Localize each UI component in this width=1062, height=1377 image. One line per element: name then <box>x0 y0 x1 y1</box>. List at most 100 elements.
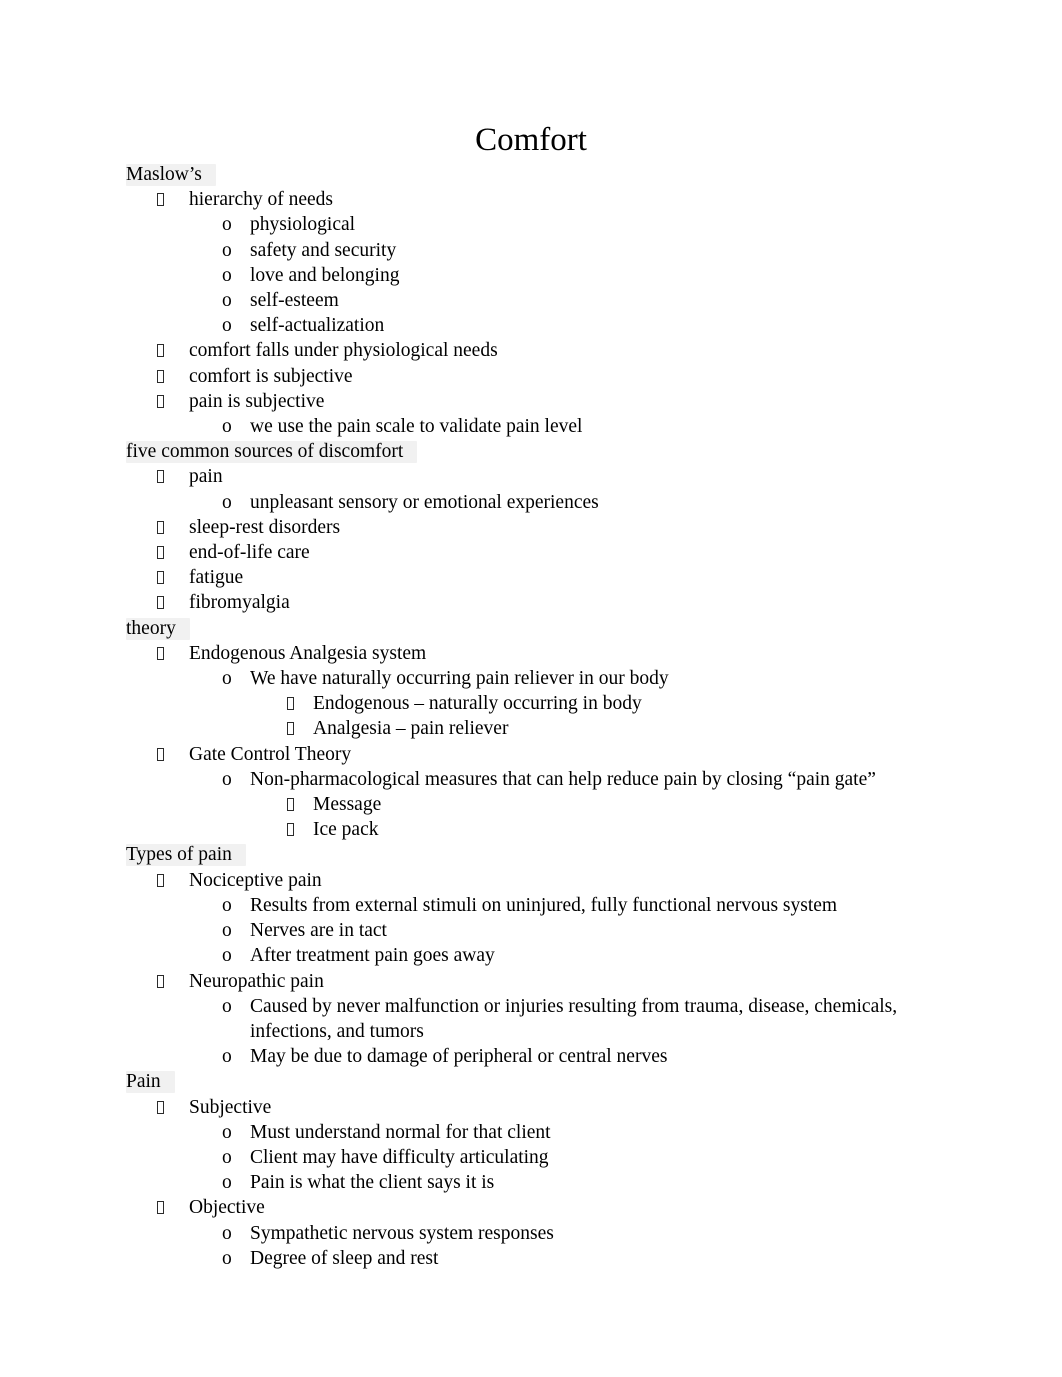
outline-item-text: Caused by never malfunction or injuries … <box>250 995 898 1042</box>
outline-heading-text: five common sources of discomfort <box>126 441 418 464</box>
o-bullet-icon: o <box>222 1121 232 1143</box>
outline-row-level-2: o We have naturally occurring pain reliev… <box>0 666 1062 691</box>
missing-glyph-bullet-icon <box>157 389 189 414</box>
missing-glyph-bullet-icon <box>287 691 313 716</box>
outline-row-level-1: Endogenous Analgesia system <box>0 641 1062 666</box>
outline-row-level-1: Subjective <box>0 1095 1062 1120</box>
outline-item-text: Pain is what the client says it is <box>250 1172 495 1194</box>
outline-row-level-1: Neuropathic pain <box>0 969 1062 994</box>
outline-item-text: Neuropathic pain <box>189 970 324 992</box>
outline-item-text: safety and security <box>250 239 397 261</box>
o-bullet-icon: o <box>222 264 232 286</box>
outline-item-text: end-of-life care <box>189 542 310 564</box>
outline-item-text: Ice pack <box>313 819 379 841</box>
outline-item-text: pain <box>189 466 223 488</box>
outline-heading-text: Types of pain <box>126 844 246 867</box>
outline-item-text: comfort is subjective <box>189 365 353 387</box>
outline-heading-text: theory <box>126 617 190 640</box>
outline-item-text: Analgesia – pain reliever <box>313 718 509 740</box>
outline-row-level-1: Objective <box>0 1195 1062 1220</box>
outline-row-level-2: o Sympathetic nervous system responses <box>0 1221 1062 1246</box>
missing-glyph-bullet-icon <box>157 590 189 615</box>
outline-item-text: Subjective <box>189 1096 272 1118</box>
outline-item-text: Message <box>313 794 382 816</box>
missing-glyph-bullet-icon <box>287 716 313 741</box>
missing-glyph-bullet-icon <box>157 1095 189 1120</box>
missing-glyph-bullet-icon <box>157 868 189 893</box>
outline-row-level-3: Analgesia – pain reliever <box>0 716 1062 741</box>
outline-row-level-2: o Results from external stimuli on uninju… <box>0 893 1062 918</box>
page-title: Comfort <box>475 122 587 158</box>
outline-row-level-2: o May be due to damage of peripheral or c… <box>0 1044 1062 1069</box>
missing-glyph-bullet-icon <box>157 515 189 540</box>
outline-row-level-3: Message <box>0 792 1062 817</box>
outline-row-level-2: o After treatment pain goes away <box>0 943 1062 968</box>
outline-item-text: self-actualization <box>250 315 385 337</box>
outline-row-level-1: pain <box>0 464 1062 489</box>
outline-item-text: Objective <box>189 1197 265 1219</box>
outline-row-level-1: comfort is subjective <box>0 364 1062 389</box>
o-bullet-icon: o <box>222 491 232 513</box>
outline-row-level-2: o Client may have difficulty articulating <box>0 1145 1062 1170</box>
outline-item-text: Client may have difficulty articulating <box>250 1146 549 1168</box>
outline-item-text: Sympathetic nervous system responses <box>250 1222 554 1244</box>
outline-item-text: After treatment pain goes away <box>250 945 495 967</box>
outline-item-text: self-esteem <box>250 290 339 312</box>
missing-glyph-bullet-icon <box>157 338 189 363</box>
missing-glyph-bullet-icon <box>287 792 313 817</box>
missing-glyph-bullet-icon <box>157 540 189 565</box>
outline-item-text: physiological <box>250 214 356 236</box>
missing-glyph-bullet-icon <box>157 641 189 666</box>
outline-item-text: hierarchy of needs <box>189 189 334 211</box>
o-bullet-icon: o <box>222 668 232 690</box>
outline-item-text: We have naturally occurring pain relieve… <box>250 668 669 690</box>
o-bullet-icon: o <box>222 239 232 261</box>
outline-heading-text: Pain <box>126 1071 175 1094</box>
outline-item-text: fatigue <box>189 567 244 589</box>
outline-row-level-2: o Must understand normal for that client <box>0 1120 1062 1145</box>
outline-body: Maslow’s hierarchy of needs o physiological… <box>0 162 1062 1271</box>
outline-item-text: we use the pain scale to validate pain l… <box>250 416 583 438</box>
missing-glyph-bullet-icon <box>157 464 189 489</box>
outline-row-level-2: o Nerves are in tact <box>0 918 1062 943</box>
outline-item-text: Nerves are in tact <box>250 920 387 942</box>
outline-item-text: love and belonging <box>250 264 400 286</box>
outline-row-level-2: o love and belonging <box>0 263 1062 288</box>
o-bullet-icon: o <box>222 1247 232 1269</box>
o-bullet-icon: o <box>222 315 232 337</box>
outline-row-level-1: hierarchy of needs <box>0 187 1062 212</box>
outline-item-text: Endogenous – naturally occurring in body <box>313 693 642 715</box>
outline-item-text: unpleasant sensory or emotional experien… <box>250 491 599 513</box>
o-bullet-icon: o <box>222 768 232 790</box>
missing-glyph-bullet-icon <box>287 817 313 842</box>
o-bullet-icon: o <box>222 1222 232 1244</box>
outline-row-level-1: comfort falls under physiological needs <box>0 338 1062 363</box>
missing-glyph-bullet-icon <box>157 742 189 767</box>
outline-row-level-0: Pain <box>0 1069 1062 1094</box>
missing-glyph-bullet-icon <box>157 969 189 994</box>
o-bullet-icon: o <box>222 894 232 916</box>
outline-item-text: Degree of sleep and rest <box>250 1247 439 1269</box>
outline-row-level-2: o self-esteem <box>0 288 1062 313</box>
outline-row-level-0: five common sources of discomfort <box>0 439 1062 464</box>
outline-row-level-2: o unpleasant sensory or emotional experie… <box>0 490 1062 515</box>
missing-glyph-bullet-icon <box>157 1195 189 1220</box>
missing-glyph-bullet-icon <box>157 565 189 590</box>
outline-item-text: Endogenous Analgesia system <box>189 642 427 664</box>
outline-heading-text: Maslow’s <box>126 164 216 186</box>
outline-item-text: Results from external stimuli on uninjur… <box>250 894 838 916</box>
outline-row-level-3: Ice pack <box>0 817 1062 842</box>
outline-row-level-2: o Non-pharmacological measures that can h… <box>0 767 1062 792</box>
outline-item-text: Gate Control Theory <box>189 743 352 765</box>
o-bullet-icon: o <box>222 290 232 312</box>
o-bullet-icon: o <box>222 920 232 942</box>
outline-row-level-2: o physiological <box>0 212 1062 237</box>
outline-row-level-0: Types of pain <box>0 842 1062 867</box>
o-bullet-icon: o <box>222 995 232 1017</box>
outline-item-text: fibromyalgia <box>189 592 290 614</box>
outline-row-level-2: o Degree of sleep and rest <box>0 1246 1062 1271</box>
o-bullet-icon: o <box>222 214 232 236</box>
o-bullet-icon: o <box>222 1046 232 1068</box>
o-bullet-icon: o <box>222 1146 232 1168</box>
outline-item-text: pain is subjective <box>189 390 325 412</box>
